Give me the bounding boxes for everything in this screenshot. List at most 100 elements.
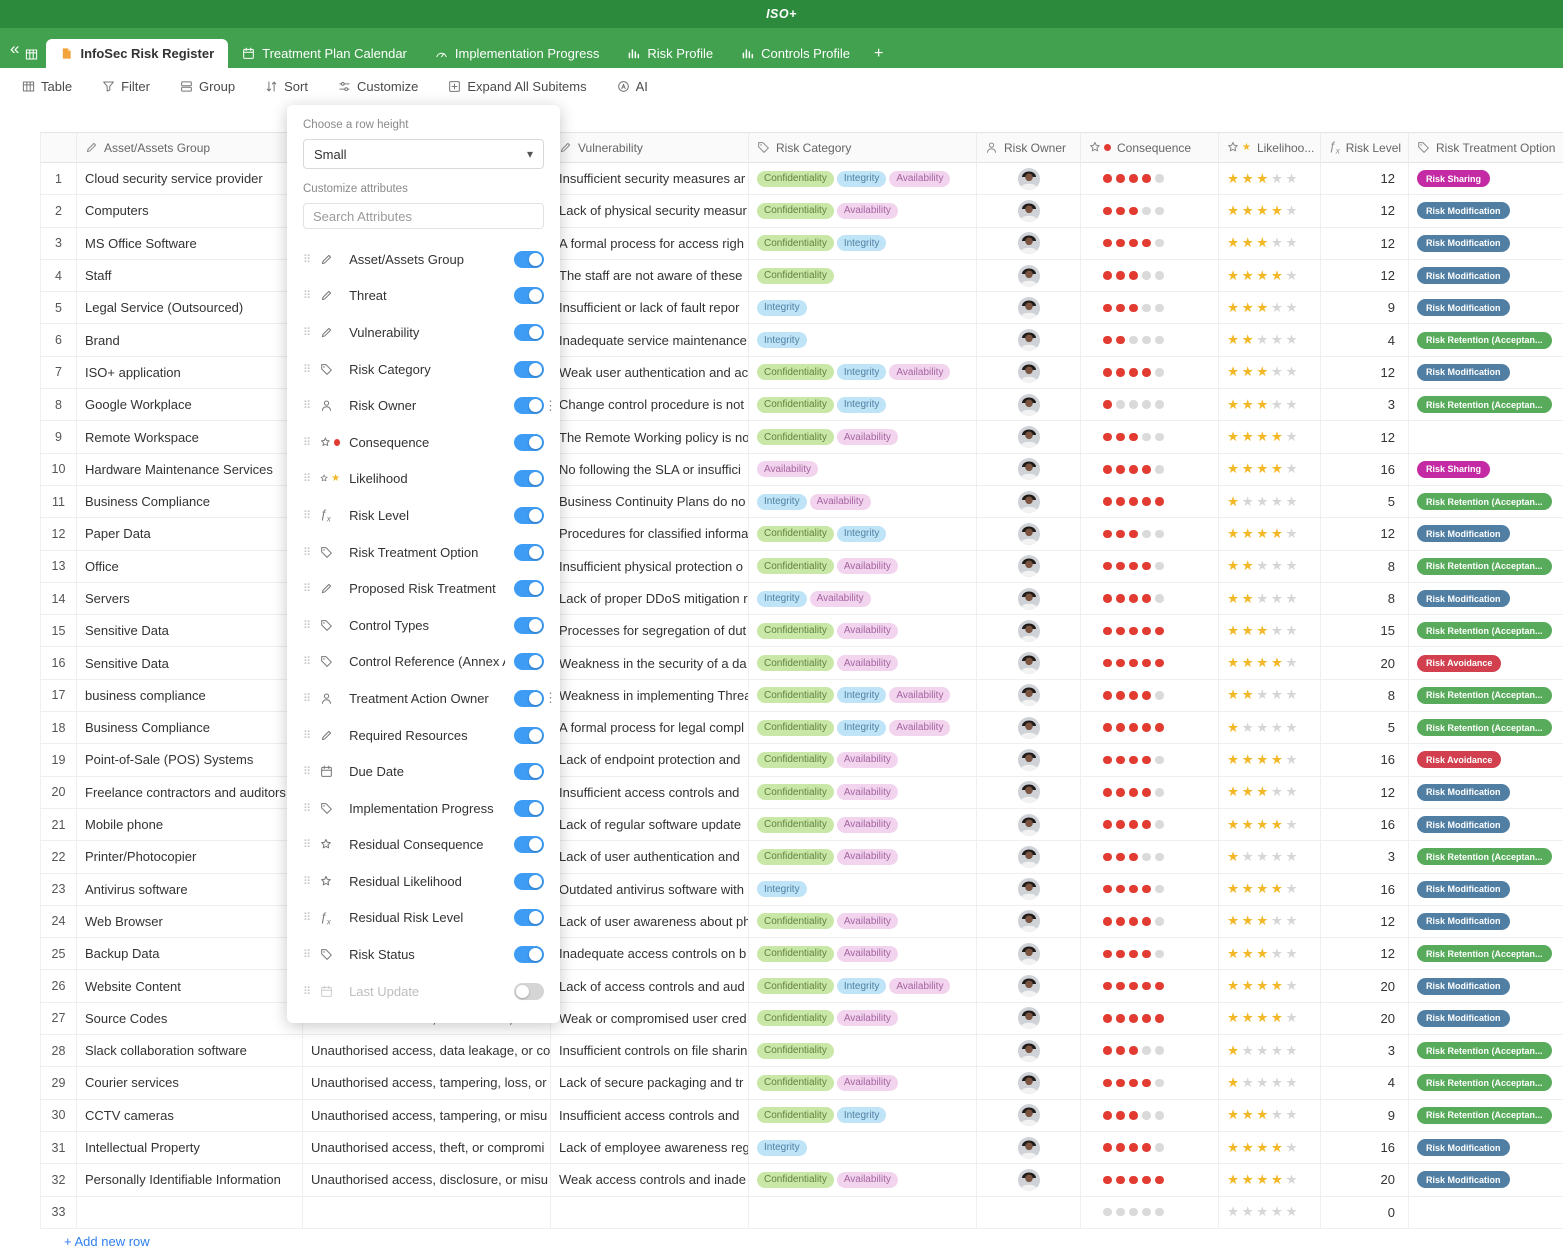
attribute-toggle[interactable] [514, 470, 544, 487]
risk-category-cell[interactable]: ConfidentialityAvailability [749, 938, 977, 970]
risk-treatment-badge[interactable]: Risk Modification [1417, 784, 1510, 801]
risk-category-badge[interactable]: Integrity [837, 978, 887, 994]
risk-category-badge[interactable]: Availability [837, 655, 898, 671]
consequence-cell[interactable] [1081, 260, 1219, 292]
risk-treatment-cell[interactable]: Risk Modification [1409, 583, 1563, 615]
risk-treatment-badge[interactable]: Risk Retention (Acceptan... [1417, 945, 1552, 962]
vulnerability-cell[interactable]: Lack of employee awareness reg [551, 1132, 749, 1164]
attribute-toggle[interactable] [514, 324, 544, 341]
asset-cell[interactable]: Staff [77, 260, 303, 292]
drag-handle-icon[interactable]: ⠿ [303, 729, 311, 742]
drag-handle-icon[interactable]: ⠿ [303, 326, 311, 339]
vulnerability-cell[interactable]: Change control procedure is not [551, 389, 749, 421]
column-header-category[interactable]: Risk Category [749, 133, 977, 163]
risk-owner-cell[interactable] [977, 680, 1081, 712]
consequence-cell[interactable] [1081, 389, 1219, 421]
avatar[interactable] [1018, 491, 1040, 513]
risk-category-badge[interactable]: Confidentiality [757, 849, 834, 865]
risk-category-cell[interactable]: ConfidentialityIntegrity [749, 389, 977, 421]
risk-category-badge[interactable]: Confidentiality [757, 623, 834, 639]
threat-cell[interactable]: Unauthorised access, tampering, or misu [303, 1100, 551, 1132]
asset-cell[interactable]: Computers [77, 195, 303, 227]
asset-cell[interactable]: Business Compliance [77, 712, 303, 744]
risk-category-badge[interactable]: Confidentiality [757, 268, 834, 284]
likelihood-cell[interactable]: ★★★★★ [1219, 647, 1321, 679]
risk-category-badge[interactable]: Availability [837, 558, 898, 574]
column-header-asset[interactable]: Asset/Assets Group [77, 133, 303, 163]
avatar[interactable] [1018, 329, 1040, 351]
risk-category-badge[interactable]: Integrity [757, 332, 807, 348]
attribute-toggle[interactable] [514, 580, 544, 597]
risk-category-cell[interactable]: ConfidentialityIntegrityAvailability [749, 163, 977, 195]
risk-category-cell[interactable]: ConfidentialityAvailability [749, 1003, 977, 1035]
risk-treatment-badge[interactable]: Risk Retention (Acceptan... [1417, 558, 1552, 575]
vulnerability-cell[interactable]: A formal process for legal compl [551, 712, 749, 744]
risk-treatment-cell[interactable]: Risk Retention (Acceptan... [1409, 389, 1563, 421]
drag-handle-icon[interactable]: ⠿ [303, 838, 311, 851]
risk-treatment-cell[interactable]: Risk Retention (Acceptan... [1409, 1067, 1563, 1099]
asset-cell[interactable]: Office [77, 551, 303, 583]
risk-owner-cell[interactable] [977, 1035, 1081, 1067]
risk-category-cell[interactable]: ConfidentialityIntegrity [749, 228, 977, 260]
consequence-cell[interactable] [1081, 712, 1219, 744]
asset-cell[interactable]: Servers [77, 583, 303, 615]
asset-cell[interactable]: Brand [77, 324, 303, 356]
risk-category-cell[interactable]: ConfidentialityAvailability [749, 841, 977, 873]
drag-handle-icon[interactable]: ⠿ [303, 948, 311, 961]
risk-owner-cell[interactable] [977, 615, 1081, 647]
vulnerability-cell[interactable]: Lack of user awareness about ph [551, 906, 749, 938]
threat-cell[interactable]: Unauthorised access, data leakage, or co [303, 1035, 551, 1067]
risk-category-badge[interactable]: Confidentiality [757, 913, 834, 929]
drag-handle-icon[interactable]: ⠿ [303, 436, 311, 449]
asset-cell[interactable]: Freelance contractors and auditors [77, 777, 303, 809]
risk-treatment-badge[interactable]: Risk Modification [1417, 364, 1510, 381]
vulnerability-cell[interactable]: No following the SLA or insuffici [551, 454, 749, 486]
consequence-cell[interactable] [1081, 486, 1219, 518]
avatar[interactable] [1018, 297, 1040, 319]
risk-owner-cell[interactable] [977, 777, 1081, 809]
risk-category-badge[interactable]: Availability [837, 1075, 898, 1091]
vulnerability-cell[interactable]: The Remote Working policy is no [551, 421, 749, 453]
drag-handle-icon[interactable]: ⠿ [303, 582, 311, 595]
likelihood-cell[interactable]: ★★★★★ [1219, 906, 1321, 938]
consequence-cell[interactable] [1081, 874, 1219, 906]
avatar[interactable] [1018, 1040, 1040, 1062]
drag-handle-icon[interactable]: ⠿ [303, 399, 311, 412]
asset-cell[interactable]: Printer/Photocopier [77, 841, 303, 873]
likelihood-cell[interactable]: ★★★★★ [1219, 1132, 1321, 1164]
risk-category-cell[interactable]: ConfidentialityAvailability [749, 809, 977, 841]
risk-category-badge[interactable]: Confidentiality [757, 978, 834, 994]
add-new-row-button[interactable]: + Add new row [64, 1234, 150, 1249]
consequence-cell[interactable] [1081, 970, 1219, 1002]
asset-cell[interactable]: Slack collaboration software [77, 1035, 303, 1067]
risk-owner-cell[interactable] [977, 324, 1081, 356]
vulnerability-cell[interactable]: Insufficient or lack of fault repor [551, 292, 749, 324]
asset-cell[interactable]: Source Codes [77, 1003, 303, 1035]
risk-category-cell[interactable]: Availability [749, 454, 977, 486]
risk-category-cell[interactable]: IntegrityAvailability [749, 486, 977, 518]
avatar[interactable] [1018, 200, 1040, 222]
risk-category-badge[interactable]: Integrity [837, 364, 887, 380]
likelihood-cell[interactable]: ★★★★★ [1219, 777, 1321, 809]
avatar[interactable] [1018, 232, 1040, 254]
likelihood-cell[interactable]: ★★★★★ [1219, 1003, 1321, 1035]
likelihood-cell[interactable]: ★★★★★ [1219, 744, 1321, 776]
risk-treatment-badge[interactable]: Risk Retention (Acceptan... [1417, 1107, 1552, 1124]
consequence-cell[interactable] [1081, 421, 1219, 453]
vulnerability-cell[interactable]: Weakness in the security of a da [551, 647, 749, 679]
risk-owner-cell[interactable] [977, 195, 1081, 227]
consequence-cell[interactable] [1081, 938, 1219, 970]
consequence-cell[interactable] [1081, 1003, 1219, 1035]
column-header-owner[interactable]: Risk Owner [977, 133, 1081, 163]
likelihood-cell[interactable]: ★★★★★ [1219, 1197, 1321, 1229]
likelihood-cell[interactable]: ★★★★★ [1219, 1164, 1321, 1196]
consequence-cell[interactable] [1081, 1197, 1219, 1229]
likelihood-cell[interactable]: ★★★★★ [1219, 1100, 1321, 1132]
likelihood-cell[interactable]: ★★★★★ [1219, 454, 1321, 486]
risk-treatment-cell[interactable]: Risk Avoidance [1409, 647, 1563, 679]
risk-owner-cell[interactable] [977, 260, 1081, 292]
risk-treatment-badge[interactable]: Risk Modification [1417, 202, 1510, 219]
vulnerability-cell[interactable]: Insufficient access controls and [551, 1100, 749, 1132]
avatar[interactable] [1018, 168, 1040, 190]
risk-treatment-badge[interactable]: Risk Modification [1417, 978, 1510, 995]
